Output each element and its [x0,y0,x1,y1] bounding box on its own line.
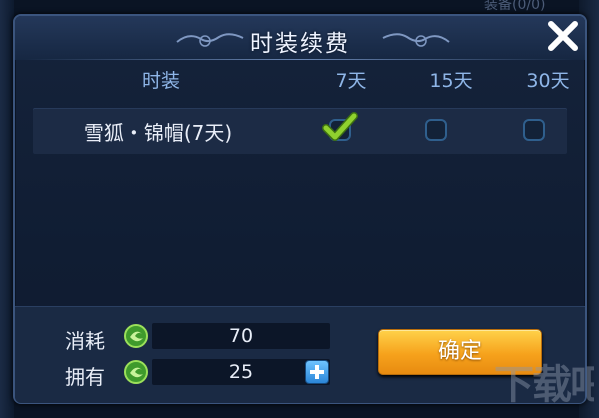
close-x-icon[interactable] [543,16,583,56]
cloud-ornament-right-icon [382,33,450,47]
jade-currency-icon [124,360,148,384]
owned-label: 拥有 [65,365,105,389]
background-panel-text: 装备(0/0) [484,0,546,13]
table-row: 雪狐・锦帽(7天) [33,108,567,154]
table-header-row: 时装 7天 15天 30天 [31,64,571,94]
add-currency-plus-icon[interactable] [306,361,328,383]
watermark-logo: 下载吧 [494,362,594,408]
dialog-title: 时装续费 [250,31,350,57]
header-15-days: 15天 [429,70,473,92]
dialog-title-bar: 时装续费 [15,16,585,60]
header-7-days: 7天 [335,70,367,92]
header-30-days: 30天 [526,70,570,92]
checkbox-30-days[interactable] [523,119,545,141]
background-left-edge [0,0,14,418]
owned-value: 25 [152,359,330,385]
checkbox-7-days[interactable] [329,119,351,141]
cost-value: 70 [152,323,330,349]
header-item: 时装 [141,70,180,92]
cost-label: 消耗 [65,329,105,353]
fashion-item-name: 雪狐・锦帽(7天) [83,121,233,145]
renewal-dialog: 时装续费 时装 7天 15天 30天 雪狐・锦帽(7天) 消耗 70 拥有 25… [13,14,587,404]
checkbox-15-days[interactable] [425,119,447,141]
jade-currency-icon [124,324,148,348]
